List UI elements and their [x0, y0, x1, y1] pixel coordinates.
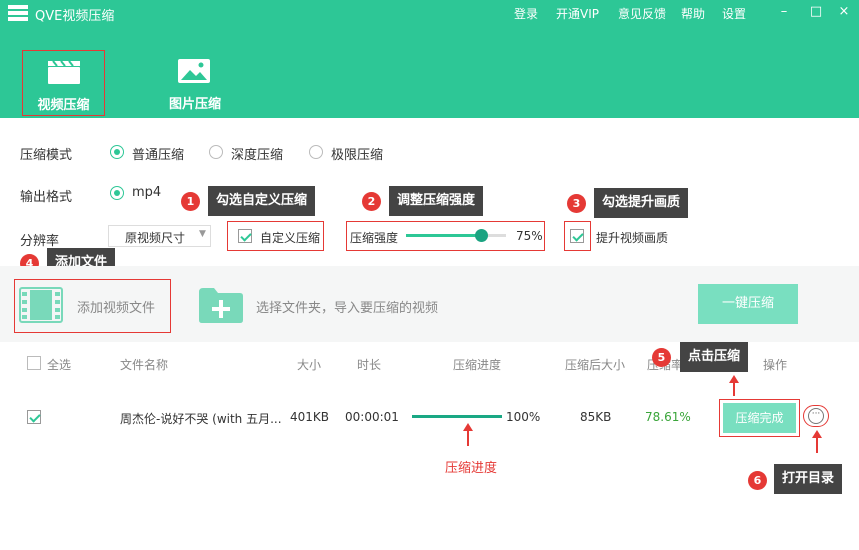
enhance-quality-checkbox[interactable]	[570, 229, 584, 243]
vip-link[interactable]: 开通VIP	[556, 5, 599, 22]
col-size: 大小	[297, 358, 322, 372]
row-checkbox[interactable]	[27, 410, 41, 424]
col-duration: 时长	[357, 358, 382, 372]
strength-slider-fill	[406, 234, 481, 237]
radio-normal-compress[interactable]	[110, 145, 124, 159]
radio-format-mp4[interactable]	[110, 186, 124, 200]
row-progress-value: 100%	[506, 410, 541, 424]
compress-done-button[interactable]: 压缩完成	[723, 403, 796, 433]
header: QVE视频压缩 登录 开通VIP 意见反馈 帮助 设置 – □ × 视频压缩 图…	[0, 0, 859, 118]
progress-annotation: 压缩进度	[445, 461, 498, 476]
arrow-to-progress	[463, 423, 473, 446]
help-link[interactable]: 帮助	[681, 5, 705, 22]
film-icon	[19, 287, 63, 323]
callout-1: 勾选自定义压缩	[208, 186, 316, 216]
arrow-to-open-folder	[812, 430, 822, 453]
row-progress-bar	[412, 415, 502, 418]
resolution-value: 原视频尺寸	[125, 231, 186, 245]
strength-slider-track[interactable]	[406, 229, 506, 242]
callout-2: 调整压缩强度	[389, 186, 484, 216]
col-compressed-size: 压缩后大小	[565, 358, 626, 372]
option-normal-label: 普通压缩	[132, 148, 185, 163]
select-folder-button[interactable]: 选择文件夹，导入要压缩的视频	[198, 284, 468, 328]
tab-video-compress-label: 视频压缩	[37, 98, 90, 113]
custom-compress-label: 自定义压缩	[260, 231, 321, 245]
select-all-label: 全选	[47, 358, 72, 372]
callout-2-number: 2	[362, 192, 381, 211]
option-deep-label: 深度压缩	[231, 148, 284, 163]
custom-compress-checkbox[interactable]	[238, 229, 252, 243]
settings-link[interactable]: 设置	[722, 5, 746, 22]
login-link[interactable]: 登录	[514, 5, 538, 22]
row-compressed-size: 85KB	[580, 410, 612, 424]
add-video-file-button[interactable]: 添加视频文件	[17, 283, 167, 329]
row-duration: 00:00:01	[345, 410, 399, 424]
row-ratio: 78.61%	[645, 410, 691, 424]
radio-extreme-compress[interactable]	[309, 145, 323, 159]
callout-3-number: 3	[567, 194, 586, 213]
row-size: 401KB	[290, 410, 330, 424]
app-title: QVE视频压缩	[35, 9, 115, 24]
row-filename: 周杰伦-说好不哭 (with 五月...	[120, 412, 282, 426]
format-mp4-label: mp4	[132, 185, 162, 200]
col-progress: 压缩进度	[453, 358, 502, 372]
callout-1-number: 1	[181, 192, 200, 211]
arrow-to-compress-button	[729, 375, 739, 396]
more-options-icon[interactable]: ···	[808, 408, 824, 424]
col-action: 操作	[763, 358, 788, 372]
strength-label: 压缩强度	[350, 231, 399, 245]
add-video-file-label: 添加视频文件	[77, 301, 156, 316]
compress-all-button[interactable]: 一键压缩	[698, 284, 798, 324]
app-logo-icon	[8, 5, 28, 21]
col-filename: 文件名称	[120, 358, 169, 372]
select-folder-label: 选择文件夹，导入要压缩的视频	[256, 301, 439, 316]
resolution-select[interactable]: 原视频尺寸 ▼	[108, 225, 211, 247]
callout-5: 点击压缩	[680, 342, 749, 372]
chevron-down-icon: ▼	[199, 229, 206, 239]
image-icon	[178, 59, 210, 83]
tab-video-compress[interactable]: 视频压缩	[22, 50, 105, 116]
option-extreme-label: 极限压缩	[331, 148, 384, 163]
strength-slider-thumb[interactable]	[475, 229, 488, 242]
folder-add-icon	[199, 288, 243, 323]
resolution-label: 分辨率	[20, 234, 60, 249]
clapperboard-icon	[48, 60, 80, 84]
compress-mode-label: 压缩模式	[20, 148, 73, 163]
callout-6-number: 6	[748, 471, 767, 490]
callout-3: 勾选提升画质	[594, 188, 689, 218]
close-button[interactable]: ×	[834, 3, 854, 21]
enhance-quality-label: 提升视频画质	[596, 231, 669, 245]
select-all-checkbox[interactable]	[27, 356, 41, 370]
tab-image-compress[interactable]: 图片压缩	[155, 50, 235, 116]
strength-value: 75%	[516, 229, 543, 243]
output-format-label: 输出格式	[20, 190, 73, 205]
radio-deep-compress[interactable]	[209, 145, 223, 159]
minimize-button[interactable]: –	[774, 3, 794, 21]
callout-5-number: 5	[652, 348, 671, 367]
callout-6: 打开目录	[774, 464, 843, 494]
tab-image-compress-label: 图片压缩	[168, 97, 221, 112]
feedback-link[interactable]: 意见反馈	[618, 5, 666, 22]
row-progress-fill	[412, 415, 502, 418]
maximize-button[interactable]: □	[806, 3, 826, 21]
